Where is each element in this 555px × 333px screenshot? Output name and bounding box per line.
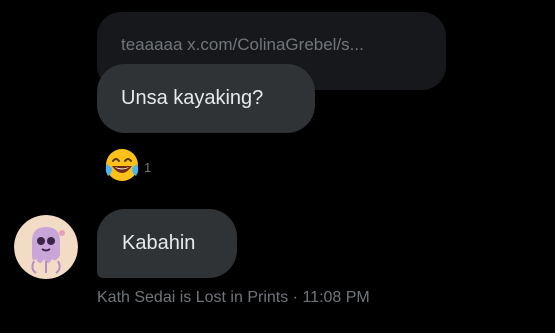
reply-message-bubble[interactable]: Unsa kayaking?: [97, 64, 315, 133]
reply-message-text: Unsa kayaking?: [121, 87, 264, 109]
quoted-message-text: teaaaaa x.com/ColinaGrebel/s...: [121, 35, 364, 54]
reaction[interactable]: 1: [103, 146, 151, 184]
message-meta: Kath Sedai is Lost in Prints · 11:08 PM: [97, 289, 370, 307]
reaction-count: 1: [144, 159, 152, 175]
message-bubble[interactable]: Kabahin: [97, 209, 237, 278]
message-time: 11:08 PM: [302, 289, 370, 306]
avatar-illustration: [14, 215, 78, 279]
avatar[interactable]: [14, 215, 78, 279]
message-text: Kabahin: [122, 232, 196, 254]
face-with-tears-of-joy-icon: [105, 149, 139, 181]
sender-name[interactable]: Kath Sedai is Lost in Prints: [97, 289, 288, 306]
meta-separator: ·: [292, 289, 298, 306]
